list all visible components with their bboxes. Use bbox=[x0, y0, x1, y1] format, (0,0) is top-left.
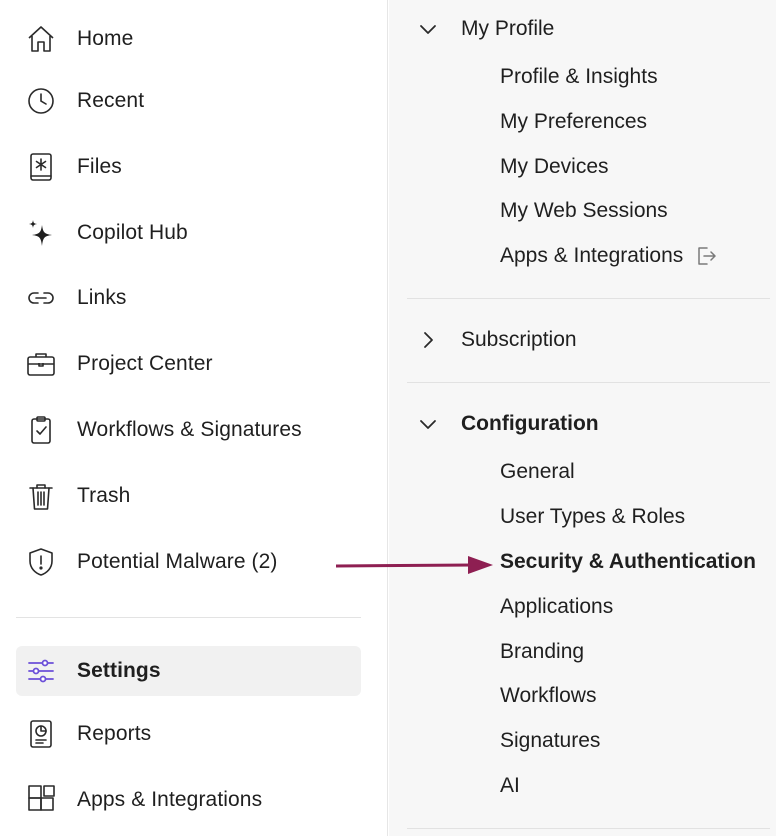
link-security-authentication[interactable]: Security & Authentication bbox=[500, 546, 756, 578]
sidebar-item-label: Recent bbox=[77, 89, 145, 112]
section-my-profile[interactable]: My Profile bbox=[417, 12, 554, 46]
clipboard-check-icon bbox=[24, 413, 58, 447]
link-workflows[interactable]: Workflows bbox=[500, 680, 596, 712]
sidebar-item-files[interactable]: Files bbox=[16, 142, 361, 192]
panel-divider bbox=[407, 382, 770, 383]
sidebar-item-settings[interactable]: Settings bbox=[16, 646, 361, 696]
sidebar-item-potential-malware[interactable]: Potential Malware (2) bbox=[16, 537, 361, 587]
link-general[interactable]: General bbox=[500, 456, 575, 488]
settings-panel: My Profile Profile & Insights My Prefere… bbox=[389, 0, 776, 836]
shield-alert-icon bbox=[24, 545, 58, 579]
sidebar-item-copilot-hub[interactable]: Copilot Hub bbox=[16, 208, 361, 258]
sliders-icon bbox=[24, 654, 58, 688]
link-ai[interactable]: AI bbox=[500, 770, 520, 802]
sidebar-item-label: Potential Malware (2) bbox=[77, 550, 278, 573]
sidebar-item-label: Workflows & Signatures bbox=[77, 418, 302, 441]
link-my-preferences[interactable]: My Preferences bbox=[500, 106, 647, 138]
sidebar-item-label: Links bbox=[77, 286, 127, 309]
sidebar-item-recent[interactable]: Recent bbox=[16, 76, 361, 126]
sidebar-item-home[interactable]: Home bbox=[16, 14, 361, 64]
panel-divider bbox=[407, 298, 770, 299]
link-signatures[interactable]: Signatures bbox=[500, 725, 600, 757]
sparkle-icon bbox=[24, 216, 58, 250]
section-title: Subscription bbox=[461, 328, 577, 351]
sidebar-item-label: Trash bbox=[77, 484, 131, 507]
apps-grid-icon bbox=[24, 783, 58, 817]
sidebar-item-label: Project Center bbox=[77, 352, 213, 375]
external-link-icon bbox=[695, 244, 719, 268]
sidebar-divider bbox=[16, 617, 361, 618]
files-icon bbox=[24, 150, 58, 184]
briefcase-icon bbox=[24, 347, 58, 381]
trash-icon bbox=[24, 479, 58, 513]
link-branding[interactable]: Branding bbox=[500, 636, 584, 668]
sidebar-item-label: Copilot Hub bbox=[77, 221, 188, 244]
panel-divider bbox=[407, 828, 770, 829]
chevron-down-icon bbox=[417, 18, 439, 40]
section-configuration[interactable]: Configuration bbox=[417, 407, 599, 441]
sidebar-item-label: Apps & Integrations bbox=[77, 788, 263, 811]
sidebar-item-reports[interactable]: Reports bbox=[16, 709, 361, 759]
link-icon bbox=[24, 281, 58, 315]
sidebar-item-label: Reports bbox=[77, 722, 152, 745]
sidebar-item-project-center[interactable]: Project Center bbox=[16, 339, 361, 389]
sidebar-item-links[interactable]: Links bbox=[16, 273, 361, 323]
sidebar-item-label: Settings bbox=[77, 659, 161, 682]
section-title: My Profile bbox=[461, 17, 555, 40]
section-title: Configuration bbox=[461, 412, 599, 435]
link-user-types-roles[interactable]: User Types & Roles bbox=[500, 501, 685, 533]
section-subscription[interactable]: Subscription bbox=[417, 323, 577, 357]
report-icon bbox=[24, 717, 58, 751]
link-my-web-sessions[interactable]: My Web Sessions bbox=[500, 195, 668, 227]
link-applications[interactable]: Applications bbox=[500, 591, 613, 623]
sidebar-item-label: Home bbox=[77, 27, 134, 50]
link-profile-insights[interactable]: Profile & Insights bbox=[500, 61, 658, 93]
link-label: Apps & Integrations bbox=[500, 244, 684, 267]
sidebar-item-label: Files bbox=[77, 155, 122, 178]
link-my-devices[interactable]: My Devices bbox=[500, 151, 609, 183]
chevron-down-icon bbox=[417, 413, 439, 435]
link-apps-integrations[interactable]: Apps & Integrations bbox=[500, 240, 719, 272]
sidebar-item-workflows-signatures[interactable]: Workflows & Signatures bbox=[16, 405, 361, 455]
annotation-arrow-icon bbox=[336, 556, 493, 574]
sidebar: Home Recent Files Copilot Hub Links Proj… bbox=[0, 0, 388, 836]
sidebar-item-trash[interactable]: Trash bbox=[16, 471, 361, 521]
home-icon bbox=[24, 22, 58, 56]
clock-icon bbox=[24, 84, 58, 118]
chevron-right-icon bbox=[417, 329, 439, 351]
sidebar-item-apps-integrations[interactable]: Apps & Integrations bbox=[16, 775, 361, 825]
